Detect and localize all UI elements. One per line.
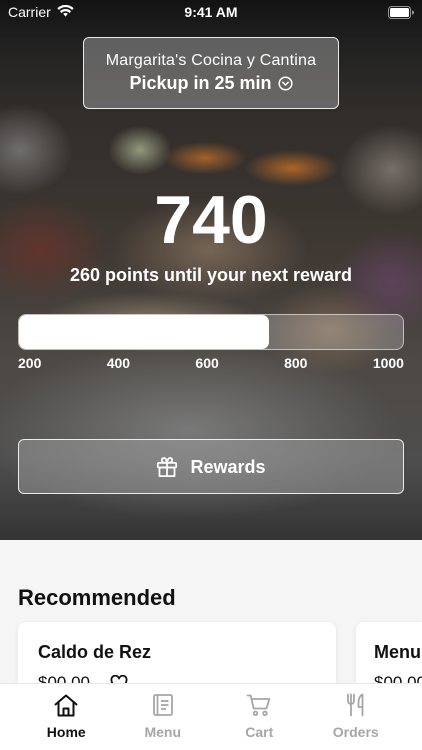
menu-item-name: Menu xyxy=(374,642,421,662)
battery-icon xyxy=(388,6,414,19)
tab-label: Menu xyxy=(144,724,182,740)
rewards-button[interactable]: Rewards xyxy=(18,439,404,494)
points-balance: 740 xyxy=(154,182,268,258)
menu-icon-wrap xyxy=(152,693,174,717)
cart-icon-wrap xyxy=(246,693,272,717)
rewards-button-label: Rewards xyxy=(190,456,266,477)
rewards-hero: Carrier 9:41 AM Margarita's Cocina y Can… xyxy=(0,0,422,540)
pickup-time-label: Pickup in 25 min xyxy=(129,73,272,93)
rewards-progress-bar xyxy=(18,314,404,350)
clock: 9:41 AM xyxy=(184,4,238,20)
cart-icon xyxy=(246,694,271,716)
tab-cart[interactable]: Cart xyxy=(211,684,308,750)
progress-fill xyxy=(19,315,269,349)
recommended-title: Recommended xyxy=(18,585,176,610)
tab-label: Cart xyxy=(245,724,274,740)
status-bar: Carrier 9:41 AM xyxy=(0,0,422,24)
progress-ticks: 200 400 600 800 1000 xyxy=(18,355,404,371)
tab-orders[interactable]: Orders xyxy=(308,684,405,750)
progress-tick: 800 xyxy=(284,355,308,371)
restaurant-name: Margarita's Cocina y Cantina xyxy=(105,52,317,69)
progress-tick: 200 xyxy=(18,355,42,371)
fork-knife-icon xyxy=(346,693,364,717)
tab-menu[interactable]: Menu xyxy=(115,684,212,750)
points-until-reward: 260 points until your next reward xyxy=(69,265,353,285)
fork-knife-icon-wrap xyxy=(345,693,367,717)
location-selector[interactable]: Margarita's Cocina y Cantina Pickup in 2… xyxy=(83,37,339,109)
progress-tick: 600 xyxy=(195,355,219,371)
pickup-time: Pickup in 25 min xyxy=(129,71,293,95)
home-icon xyxy=(54,694,78,717)
tab-bar: Home Menu Cart Orders xyxy=(0,683,422,750)
tab-home[interactable]: Home xyxy=(18,684,115,750)
gift-icon xyxy=(157,456,178,477)
chevron-down-circle-icon xyxy=(277,75,293,91)
progress-tick: 400 xyxy=(106,355,131,371)
menu-item-name: Caldo de Rez xyxy=(38,642,152,662)
menu-icon xyxy=(152,694,173,716)
tab-label: Home xyxy=(46,724,86,740)
tab-label: Orders xyxy=(332,724,379,740)
home-icon-wrap xyxy=(53,693,79,717)
progress-tick: 1000 xyxy=(372,355,404,371)
